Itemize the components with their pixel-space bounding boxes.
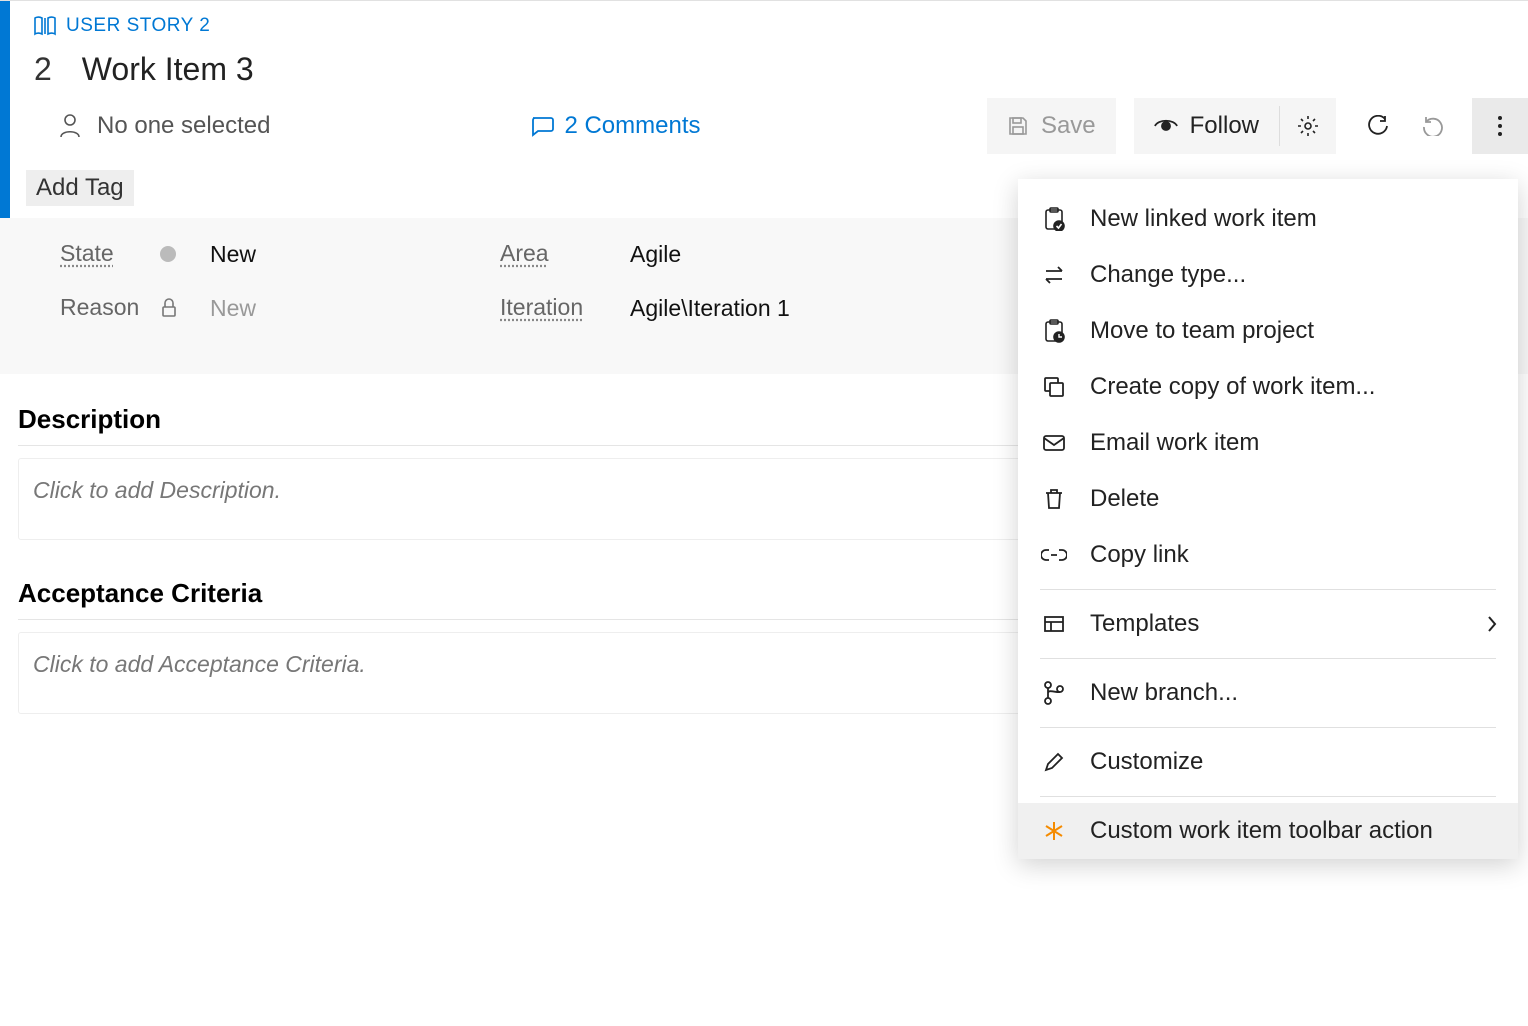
menu-templates[interactable]: Templates bbox=[1018, 596, 1518, 652]
comments-link[interactable]: 2 Comments bbox=[530, 112, 700, 140]
clipboard-clock-icon bbox=[1040, 319, 1068, 343]
menu-customize[interactable]: Customize bbox=[1018, 734, 1518, 790]
work-item-title[interactable]: Work Item 3 bbox=[82, 51, 254, 88]
save-label: Save bbox=[1041, 112, 1096, 140]
reason-label: Reason bbox=[60, 294, 150, 322]
eye-icon bbox=[1154, 117, 1178, 135]
trash-icon bbox=[1040, 488, 1068, 510]
reason-value[interactable]: New bbox=[210, 295, 490, 322]
menu-label: Copy link bbox=[1090, 541, 1189, 569]
assignee-field[interactable]: No one selected bbox=[59, 112, 270, 140]
menu-email[interactable]: Email work item bbox=[1018, 415, 1518, 471]
state-dot bbox=[160, 241, 200, 268]
pencil-icon bbox=[1040, 751, 1068, 773]
state-label: State bbox=[60, 240, 150, 268]
menu-new-branch[interactable]: New branch... bbox=[1018, 665, 1518, 721]
undo-icon bbox=[1422, 116, 1446, 136]
save-button: Save bbox=[987, 98, 1116, 154]
state-value[interactable]: New bbox=[210, 241, 490, 268]
comment-icon bbox=[530, 115, 554, 137]
accent-bar bbox=[0, 1, 10, 229]
menu-divider bbox=[1040, 727, 1496, 728]
gear-icon bbox=[1297, 115, 1319, 137]
iteration-value[interactable]: Agile\Iteration 1 bbox=[630, 295, 980, 322]
menu-label: Custom work item toolbar action bbox=[1090, 817, 1433, 845]
branch-icon bbox=[1040, 681, 1068, 705]
link-icon bbox=[1040, 548, 1068, 562]
work-item-id: 2 bbox=[34, 51, 52, 88]
follow-button[interactable]: Follow bbox=[1134, 98, 1279, 154]
refresh-icon bbox=[1367, 115, 1389, 137]
menu-label: Create copy of work item... bbox=[1090, 373, 1375, 401]
add-tag-button[interactable]: Add Tag bbox=[26, 170, 134, 206]
lock-icon bbox=[160, 298, 200, 318]
follow-label: Follow bbox=[1190, 112, 1259, 140]
iteration-label: Iteration bbox=[500, 294, 620, 322]
menu-copy-link[interactable]: Copy link bbox=[1018, 527, 1518, 583]
menu-label: Email work item bbox=[1090, 429, 1259, 457]
menu-label: Templates bbox=[1090, 610, 1199, 638]
menu-custom-action[interactable]: Custom work item toolbar action bbox=[1018, 803, 1518, 859]
menu-change-type[interactable]: Change type... bbox=[1018, 247, 1518, 303]
menu-divider bbox=[1040, 796, 1496, 797]
more-actions-menu: New linked work item Change type... Move… bbox=[1018, 179, 1518, 859]
assignee-text: No one selected bbox=[97, 112, 270, 140]
clipboard-check-icon bbox=[1040, 207, 1068, 231]
menu-delete[interactable]: Delete bbox=[1018, 471, 1518, 527]
swap-icon bbox=[1040, 265, 1068, 285]
area-value[interactable]: Agile bbox=[630, 241, 980, 268]
more-icon bbox=[1497, 115, 1503, 137]
refresh-button[interactable] bbox=[1350, 98, 1406, 154]
more-actions-button[interactable] bbox=[1472, 98, 1528, 154]
menu-label: Move to team project bbox=[1090, 317, 1314, 345]
menu-divider bbox=[1040, 589, 1496, 590]
menu-label: Customize bbox=[1090, 748, 1203, 776]
undo-button[interactable] bbox=[1406, 98, 1462, 154]
menu-create-copy[interactable]: Create copy of work item... bbox=[1018, 359, 1518, 415]
follow-settings-button[interactable] bbox=[1280, 98, 1336, 154]
person-icon bbox=[59, 114, 81, 138]
menu-new-linked[interactable]: New linked work item bbox=[1018, 191, 1518, 247]
area-label: Area bbox=[500, 240, 620, 268]
asterisk-icon bbox=[1040, 820, 1068, 842]
menu-move-project[interactable]: Move to team project bbox=[1018, 303, 1518, 359]
menu-label: New branch... bbox=[1090, 679, 1238, 707]
comments-label: 2 Comments bbox=[564, 112, 700, 140]
menu-label: Delete bbox=[1090, 485, 1159, 513]
menu-divider bbox=[1040, 658, 1496, 659]
work-item-type: USER STORY 2 bbox=[66, 15, 210, 37]
book-icon bbox=[34, 16, 56, 36]
template-icon bbox=[1040, 615, 1068, 633]
menu-label: Change type... bbox=[1090, 261, 1246, 289]
chevron-right-icon bbox=[1486, 615, 1498, 633]
mail-icon bbox=[1040, 434, 1068, 452]
menu-label: New linked work item bbox=[1090, 205, 1317, 233]
save-icon bbox=[1007, 115, 1029, 137]
copy-icon bbox=[1040, 376, 1068, 398]
